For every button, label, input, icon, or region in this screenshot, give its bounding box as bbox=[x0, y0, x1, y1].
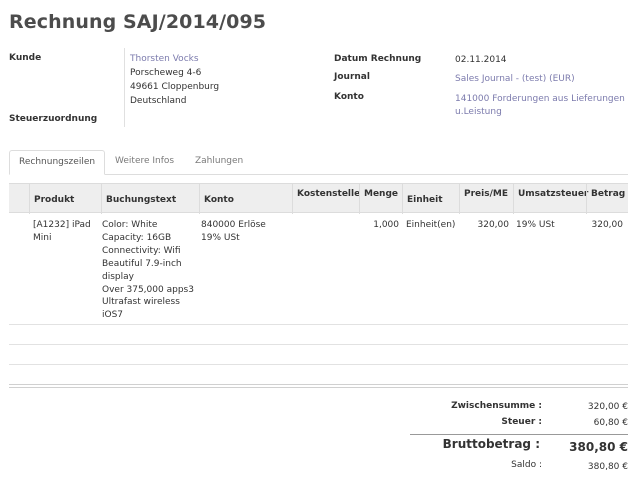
product-line-1: [A1232] iPad bbox=[33, 220, 91, 230]
column-header-taxes[interactable]: Umsatzsteuer bbox=[513, 184, 588, 214]
description-line: Connectivity: Wifi bbox=[102, 245, 181, 256]
field-divider bbox=[124, 48, 125, 127]
column-header-quantity[interactable]: Menge bbox=[359, 184, 402, 214]
description-line: Capacity: 16GB bbox=[102, 232, 172, 243]
subtotal-value: 320,00 € bbox=[587, 402, 628, 412]
column-header-amount[interactable]: Betrag bbox=[586, 184, 628, 214]
tab-payments[interactable]: Zahlungen bbox=[186, 150, 252, 175]
description-line: Ultrafast wireless bbox=[102, 297, 180, 308]
journal-link[interactable]: Sales Journal - (test) (EUR) bbox=[455, 73, 575, 86]
header-spacer bbox=[9, 184, 29, 214]
table-header: Produkt Buchungstext Konto Kostenstelle … bbox=[9, 183, 628, 214]
tab-other-info[interactable]: Weitere Infos bbox=[106, 150, 183, 175]
column-header-unit-price[interactable]: Preis/ME bbox=[459, 184, 513, 214]
cell-quantity: 1,000 bbox=[373, 220, 399, 230]
column-header-unit[interactable]: Einheit bbox=[402, 184, 459, 214]
description-line: iOS7 bbox=[102, 310, 124, 321]
gross-total-label: Bruttobetrag : bbox=[442, 437, 540, 451]
account-line-2: 19% USt bbox=[201, 232, 240, 243]
cell-product: [A1232] iPad Mini bbox=[33, 219, 99, 245]
totals-divider bbox=[410, 434, 628, 435]
cell-taxes: 19% USt bbox=[516, 220, 555, 230]
customer-city: 49661 Cloppenburg bbox=[130, 82, 220, 92]
customer-label: Kunde bbox=[9, 53, 42, 63]
customer-country: Deutschland bbox=[130, 96, 187, 106]
empty-row-divider bbox=[9, 364, 628, 365]
table-footer-line bbox=[9, 387, 628, 388]
description-line: Color: White bbox=[102, 220, 158, 230]
tax-value: 60,80 € bbox=[593, 418, 628, 428]
balance-value: 380,80 € bbox=[587, 462, 628, 472]
description-line: Beautiful 7.9-inch bbox=[102, 258, 182, 269]
account-line-1: 840000 Erlöse bbox=[201, 220, 266, 230]
description-line: Over 375,000 apps3 bbox=[102, 284, 194, 295]
account-label: Konto bbox=[334, 92, 364, 102]
column-header-account[interactable]: Konto bbox=[199, 184, 292, 214]
cell-unit-price: 320,00 bbox=[477, 220, 510, 230]
tax-position-label: Steuerzuordnung bbox=[9, 114, 98, 124]
cell-description: Color: White Capacity: 16GB Connectivity… bbox=[102, 219, 200, 322]
account-link-line1[interactable]: 141000 Forderungen aus Lieferungen bbox=[455, 93, 625, 106]
invoice-date-value: 02.11.2014 bbox=[455, 55, 507, 65]
product-line-2: Mini bbox=[33, 232, 52, 243]
gross-total-value: 380,80 € bbox=[569, 440, 628, 454]
column-header-description[interactable]: Buchungstext bbox=[101, 184, 199, 214]
account-link-line2[interactable]: u.Leistung bbox=[455, 106, 502, 119]
notebook-tabs: Rechnungszeilen Weitere Infos Zahlungen bbox=[9, 150, 628, 175]
cell-account: 840000 Erlöse 19% USt bbox=[201, 219, 291, 245]
invoice-date-label: Datum Rechnung bbox=[334, 54, 422, 64]
column-header-product[interactable]: Produkt bbox=[29, 184, 101, 214]
balance-label: Saldo : bbox=[511, 460, 542, 470]
description-line: display bbox=[102, 271, 134, 282]
customer-street: Porscheweg 4-6 bbox=[130, 68, 202, 78]
tax-label: Steuer : bbox=[501, 417, 542, 427]
title-prefix: Rechnung bbox=[9, 11, 117, 33]
table-footer-line bbox=[9, 384, 628, 385]
customer-name-link[interactable]: Thorsten Vocks bbox=[130, 53, 199, 66]
empty-row-divider bbox=[9, 344, 628, 345]
journal-label: Journal bbox=[334, 72, 370, 82]
cell-amount: 320,00 bbox=[591, 220, 624, 230]
page-title: Rechnung SAJ/2014/095 bbox=[9, 11, 266, 33]
tab-invoice-lines[interactable]: Rechnungszeilen bbox=[9, 150, 106, 175]
column-header-cost-center[interactable]: Kostenstelle bbox=[292, 184, 360, 214]
invoice-number: SAJ/2014/095 bbox=[123, 11, 267, 33]
cell-unit: Einheit(en) bbox=[406, 220, 456, 230]
row-divider bbox=[9, 324, 628, 325]
subtotal-label: Zwischensumme : bbox=[451, 401, 542, 411]
